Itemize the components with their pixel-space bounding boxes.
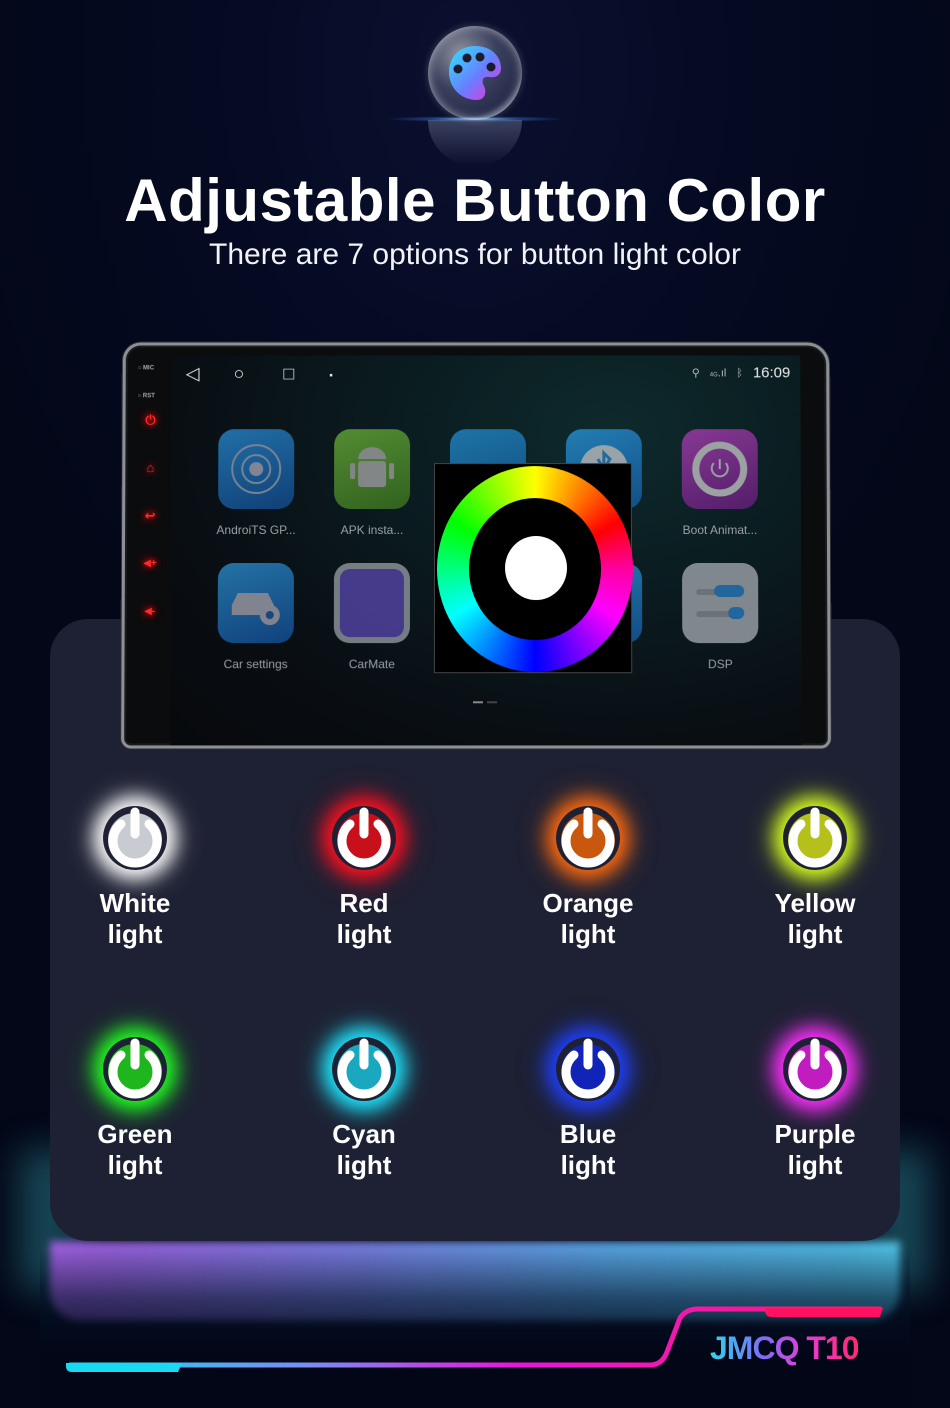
color-wheel[interactable] (436, 466, 634, 673)
power-icon (681, 429, 758, 510)
side-back-button[interactable]: ↩ (141, 507, 159, 525)
status-bar: ◁ ○ □ ▪ ⚲ 4G.ıl ᛒ 16:09 (172, 355, 801, 391)
app-label: DSP (707, 657, 733, 672)
app-car-settings[interactable]: Car settings (201, 563, 311, 671)
option-label: Green light (97, 1119, 173, 1180)
option-label: Cyan light (332, 1119, 396, 1180)
page-indicator (472, 701, 498, 704)
app-carmate[interactable]: CarMate (317, 563, 427, 671)
page-title: Adjustable Button Color (124, 167, 826, 234)
app-label: AndroiTS GP... (216, 523, 296, 538)
device-screen: ◁ ○ □ ▪ ⚲ 4G.ıl ᛒ 16:09 AndroiTS GP... A… (170, 355, 802, 746)
side-power-button[interactable]: ⏻ (141, 411, 159, 429)
option-label: Blue light (559, 1119, 617, 1180)
glow-fade (40, 1250, 910, 1408)
nav-recents-icon[interactable]: □ (283, 363, 294, 383)
option-label: Yellow light (774, 888, 856, 949)
status-indicators: ⚲ 4G.ıl ᛒ 16:09 (692, 364, 791, 381)
app-label: APK insta... (340, 523, 404, 538)
option-label: White light (99, 888, 171, 949)
nav-back-icon[interactable]: ◁ (186, 363, 200, 383)
app-apk-installer[interactable]: APK insta... (317, 429, 427, 537)
power-icon (332, 806, 396, 870)
device-side-panel: ○ MIC ○ RST ⏻ ⌂ ↩ ◀+ ◀- (132, 353, 170, 743)
light-option-cyan[interactable]: Cyan light (264, 1037, 464, 1181)
option-label: Orange light (542, 888, 634, 949)
rst-label: ○ RST (137, 393, 155, 400)
nav-home-icon[interactable]: ○ (233, 363, 244, 383)
car-settings-icon (217, 563, 294, 644)
app-label: CarMate (348, 657, 395, 672)
app-label: Car settings (223, 657, 288, 672)
app-androits-gps[interactable]: AndroiTS GP... (201, 429, 311, 537)
power-icon (556, 806, 620, 870)
light-option-blue[interactable]: Blue light (488, 1037, 688, 1181)
power-icon (332, 1037, 396, 1101)
head-unit-device: ○ MIC ○ RST ⏻ ⌂ ↩ ◀+ ◀- ◁ ○ □ ▪ ⚲ 4G.ıl … (121, 342, 831, 749)
bluetooth-icon: ᛒ (736, 366, 743, 379)
side-home-button[interactable]: ⌂ (141, 459, 159, 477)
light-option-white[interactable]: White light (35, 806, 235, 950)
power-icon (783, 806, 847, 870)
orb-reflection (428, 120, 522, 166)
app-dsp[interactable]: DSP (665, 563, 775, 671)
power-icon (103, 806, 167, 870)
radar-icon (218, 429, 295, 510)
mic-label: ○ MIC (137, 365, 155, 372)
light-option-red[interactable]: Red light (264, 806, 464, 950)
light-option-orange[interactable]: Orange light (488, 806, 688, 950)
option-label: Purple light (774, 1119, 856, 1180)
signal-icon: 4G.ıl (709, 366, 727, 379)
app-label: Boot Animat... (682, 523, 758, 538)
palette-icon (449, 46, 501, 100)
android-icon (334, 429, 411, 510)
location-icon: ⚲ (691, 367, 700, 380)
screenshot-icon[interactable]: ▪ (329, 366, 333, 386)
dsp-icon (682, 563, 759, 644)
status-time: 16:09 (752, 364, 791, 382)
carmate-icon (333, 563, 410, 644)
palette-orb (385, 26, 565, 166)
power-icon (103, 1037, 167, 1101)
color-picker-dialog (433, 463, 634, 674)
light-option-green[interactable]: Green light (35, 1037, 235, 1181)
app-boot-animation[interactable]: Boot Animat... (665, 429, 775, 537)
selected-color-preview (504, 536, 568, 601)
light-option-yellow[interactable]: Yellow light (715, 806, 915, 950)
power-icon (783, 1037, 847, 1101)
side-volume-down-button[interactable]: ◀- (141, 603, 159, 621)
page-subtitle: There are 7 options for button light col… (209, 238, 741, 271)
side-volume-up-button[interactable]: ◀+ (141, 555, 159, 573)
option-label: Red light (336, 888, 392, 949)
light-option-purple[interactable]: Purple light (715, 1037, 915, 1181)
brand-logo: JMCQ T10 (710, 1330, 859, 1366)
power-icon (556, 1037, 620, 1101)
